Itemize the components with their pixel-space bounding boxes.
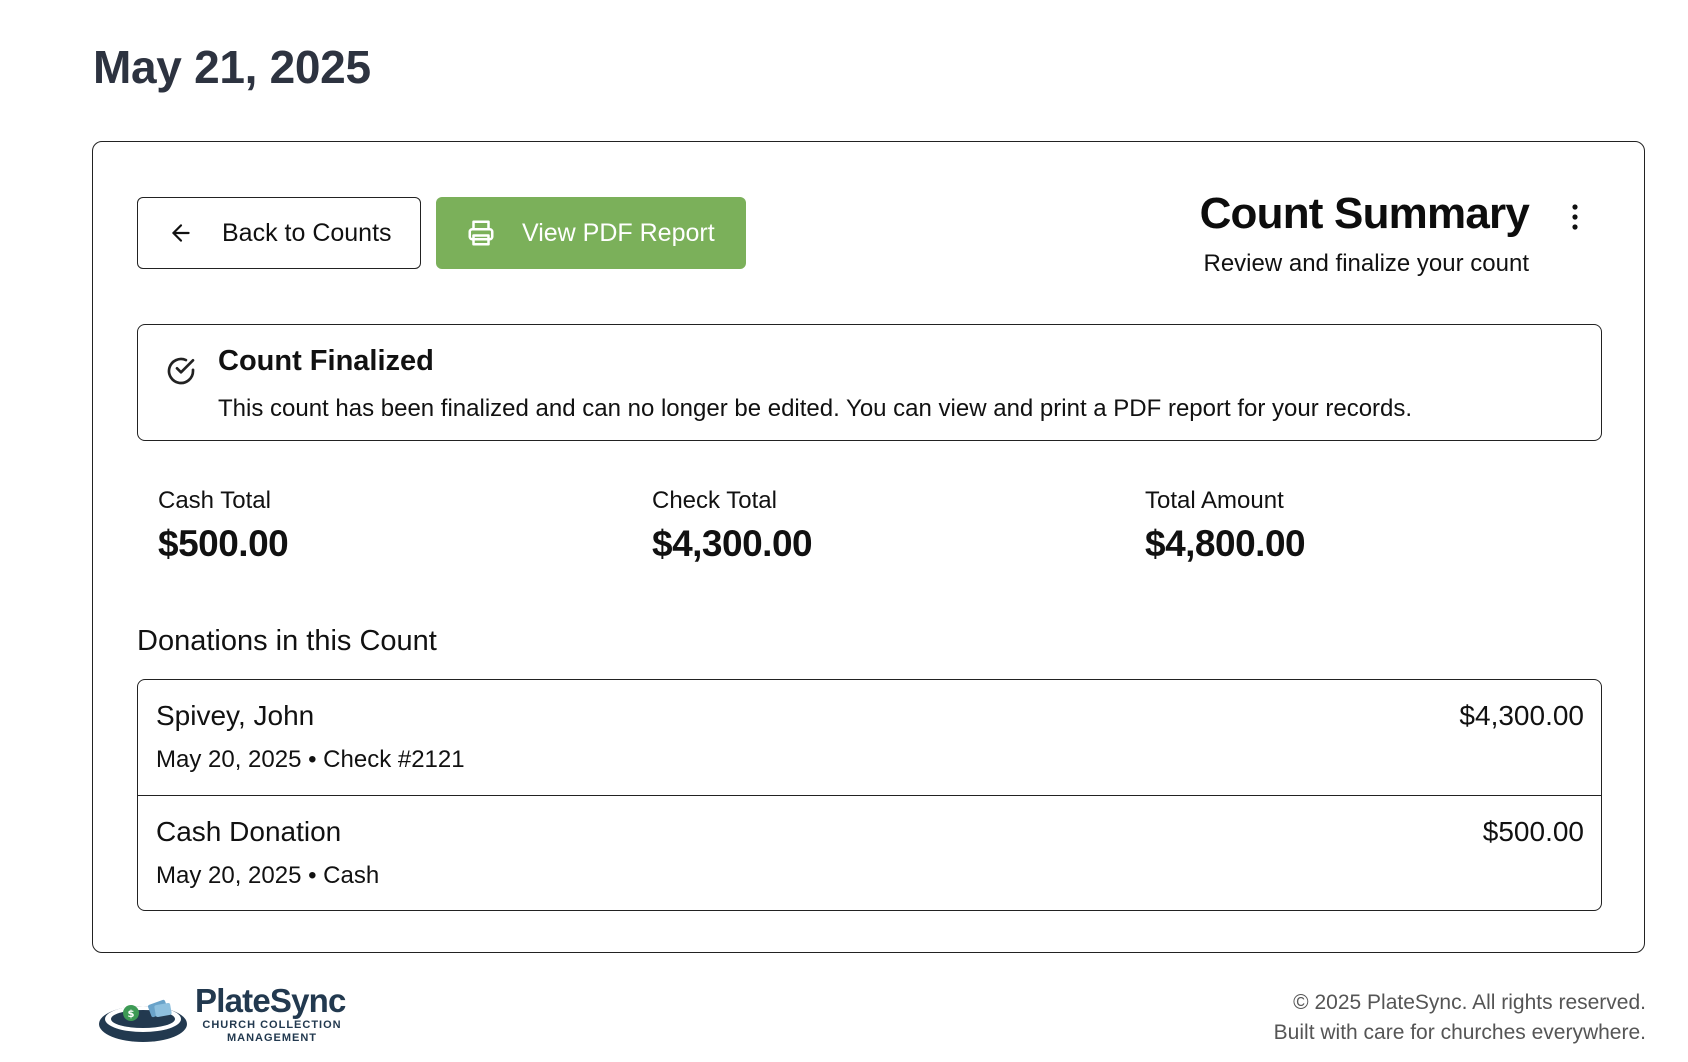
page: May 21, 2025 Back to Counts View PDF Rep… bbox=[0, 0, 1688, 1062]
check-circle-icon bbox=[167, 357, 195, 385]
view-pdf-report-label: View PDF Report bbox=[522, 218, 715, 247]
cash-total-label: Cash Total bbox=[158, 487, 271, 514]
donation-amount: $4,300.00 bbox=[1459, 700, 1584, 731]
donation-meta: May 20, 2025 • Cash bbox=[156, 862, 380, 889]
count-summary-card: Back to Counts View PDF Report Count Sum… bbox=[92, 141, 1645, 953]
cash-total: Cash Total $500.00 bbox=[158, 487, 289, 565]
back-to-counts-button[interactable]: Back to Counts bbox=[137, 197, 421, 269]
arrow-left-icon bbox=[172, 224, 190, 242]
check-total-label: Check Total bbox=[652, 487, 777, 514]
footer-text: © 2025 PlateSync. All rights reserved. B… bbox=[1274, 988, 1646, 1048]
more-options-icon[interactable] bbox=[1568, 202, 1582, 232]
donor-name: Cash Donation bbox=[156, 816, 342, 847]
summary-title: Count Summary bbox=[1199, 189, 1530, 238]
view-pdf-report-button[interactable]: View PDF Report bbox=[436, 197, 746, 269]
platesync-logo: $ PlateSync CHURCH COLLECTION MANAGEMENT bbox=[97, 982, 357, 1048]
alert-title: Count Finalized bbox=[218, 345, 434, 377]
svg-text:$: $ bbox=[128, 1009, 135, 1020]
printer-icon bbox=[468, 220, 494, 246]
alert-message: This count has been finalized and can no… bbox=[218, 395, 1413, 422]
total-amount: Total Amount $4,800.00 bbox=[1145, 487, 1306, 565]
page-title: May 21, 2025 bbox=[93, 41, 371, 93]
back-to-counts-label: Back to Counts bbox=[222, 218, 392, 247]
collection-plate-icon: $ bbox=[99, 999, 187, 1042]
brand-tagline: CHURCH COLLECTION MANAGEMENT bbox=[202, 1019, 342, 1044]
total-amount-value: $4,800.00 bbox=[1145, 523, 1306, 564]
donation-amount: $500.00 bbox=[1482, 816, 1584, 847]
donor-name: Spivey, John bbox=[156, 700, 315, 731]
donations-list: Spivey, John May 20, 2025 • Check #2121 … bbox=[137, 679, 1602, 911]
summary-subtitle: Review and finalize your count bbox=[1203, 250, 1529, 278]
check-total-value: $4,300.00 bbox=[652, 523, 813, 564]
footer-note: Built with care for churches everywhere. bbox=[1273, 1021, 1646, 1044]
list-item[interactable]: Spivey, John May 20, 2025 • Check #2121 … bbox=[138, 680, 1601, 795]
copyright-text: © 2025 PlateSync. All rights reserved. bbox=[1293, 991, 1646, 1014]
brand-name: PlateSync bbox=[195, 982, 346, 1019]
list-item[interactable]: Cash Donation May 20, 2025 • Cash $500.0… bbox=[138, 795, 1601, 910]
donation-meta: May 20, 2025 • Check #2121 bbox=[156, 746, 465, 773]
donations-section-title: Donations in this Count bbox=[137, 625, 437, 657]
finalized-alert: Count Finalized This count has been fina… bbox=[137, 324, 1602, 441]
summary-header: Count Summary Review and finalize your c… bbox=[1199, 189, 1530, 278]
totals-row: Cash Total $500.00 Check Total $4,300.00… bbox=[158, 487, 1598, 577]
cash-total-value: $500.00 bbox=[158, 523, 289, 564]
check-total: Check Total $4,300.00 bbox=[652, 487, 813, 565]
total-amount-label: Total Amount bbox=[1145, 487, 1284, 514]
